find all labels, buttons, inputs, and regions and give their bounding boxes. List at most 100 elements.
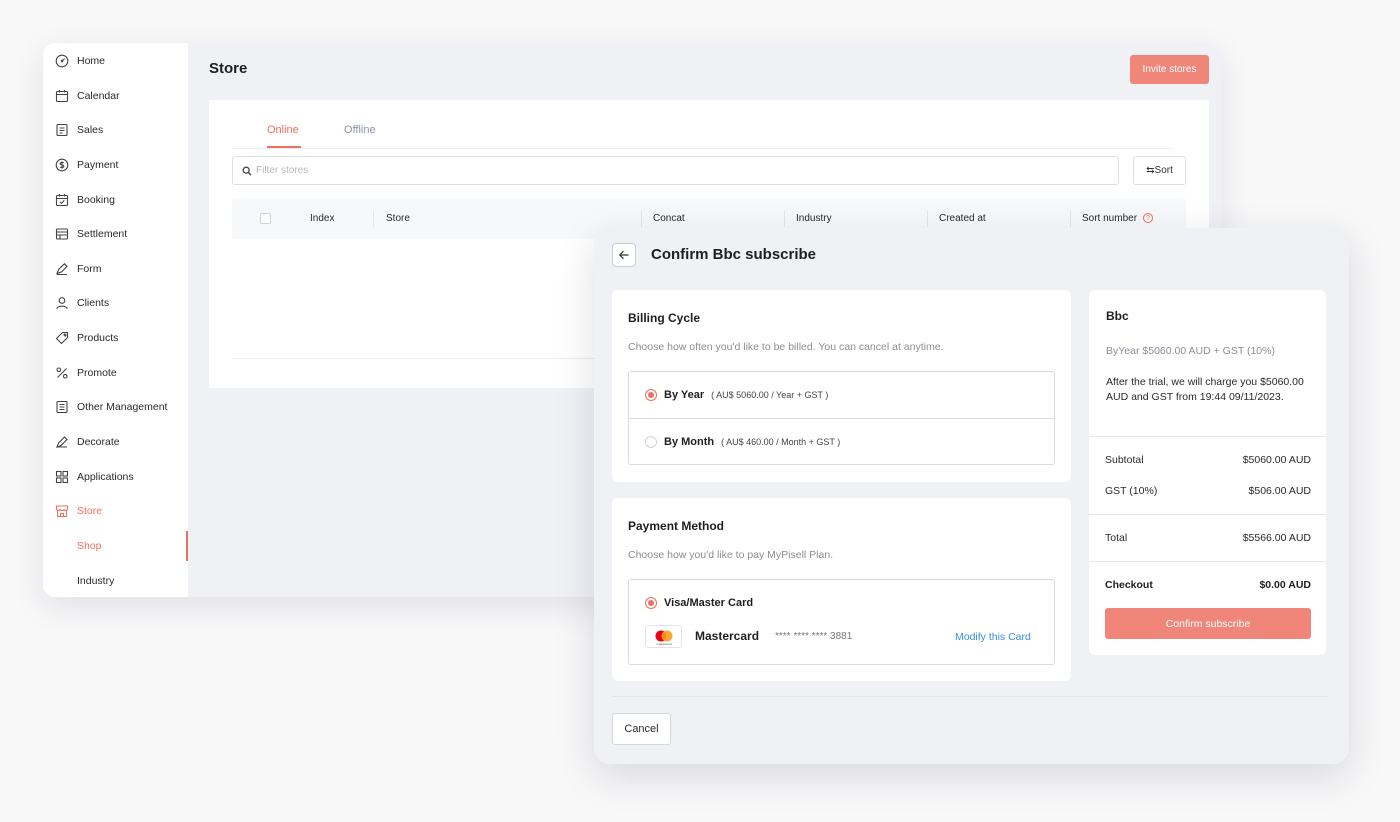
cancel-button[interactable]: Cancel [612, 713, 671, 745]
billing-cycle-description: Choose how often you'd like to be billed… [628, 341, 944, 353]
sidebar-item-form[interactable]: Form [43, 254, 188, 284]
sidebar-item-clients[interactable]: Clients [43, 288, 188, 318]
sidebar-item-booking[interactable]: Booking [43, 185, 188, 215]
column-header-sort-number[interactable]: Sort number? [1082, 213, 1154, 224]
option-label: Visa/Master Card [664, 597, 754, 609]
column-header-industry[interactable]: Industry [796, 213, 832, 224]
gst-label: GST (10%) [1105, 485, 1158, 497]
settlement-icon [55, 227, 69, 241]
tab-online[interactable]: Online [267, 124, 299, 136]
column-header-store[interactable]: Store [386, 213, 410, 224]
page-title: Store [209, 60, 248, 77]
option-label: By Year [664, 389, 705, 401]
option-label: By Month [664, 436, 715, 448]
sidebar-item-label: Store [77, 505, 103, 517]
arrow-left-icon [618, 250, 629, 260]
store-icon [55, 504, 69, 518]
radio-by-year[interactable] [645, 389, 657, 401]
column-header-created-at[interactable]: Created at [939, 213, 986, 224]
sidebar-item-home[interactable]: Home [43, 46, 188, 76]
checkout-label: Checkout [1105, 579, 1153, 591]
radio-visa-master[interactable] [645, 597, 657, 609]
sidebar-item-payment[interactable]: Payment [43, 150, 188, 180]
subtotal-label: Subtotal [1105, 454, 1144, 466]
gst-value: $506.00 AUD [1248, 485, 1311, 497]
sidebar-item-products[interactable]: Products [43, 323, 188, 353]
checkout-row: Checkout $0.00 AUD [1105, 579, 1311, 591]
invite-stores-button[interactable]: Invite stores [1130, 55, 1209, 84]
confirm-subscribe-modal: Confirm Bbc subscribe Billing Cycle Choo… [594, 228, 1349, 764]
column-separator [1070, 211, 1071, 227]
column-header-concat[interactable]: Concat [653, 213, 685, 224]
billing-cycle-panel: Billing Cycle Choose how often you'd lik… [612, 290, 1071, 482]
tag-icon [55, 331, 69, 345]
column-header-label: Sort number [1082, 213, 1138, 224]
payment-options: Visa/Master Card mastercard Mastercard *… [628, 579, 1055, 665]
sidebar-item-label: Calendar [77, 90, 120, 102]
sidebar-item-store[interactable]: Store [43, 496, 188, 526]
sidebar-item-label: Promote [77, 367, 117, 379]
modify-card-link[interactable]: Modify this Card [955, 631, 1031, 643]
select-all-checkbox[interactable] [260, 213, 271, 224]
payment-method-description: Choose how you'd like to pay MyPisell Pl… [628, 549, 834, 561]
user-icon [55, 296, 69, 310]
sidebar-item-other-management[interactable]: Other Management [43, 392, 188, 422]
filter-stores-field[interactable] [232, 156, 1119, 185]
sidebar-item-settlement[interactable]: Settlement [43, 219, 188, 249]
sidebar-item-label: Products [77, 332, 119, 344]
grid-icon [55, 470, 69, 484]
payment-method-panel: Payment Method Choose how you'd like to … [612, 498, 1071, 681]
checkout-value: $0.00 AUD [1259, 579, 1311, 591]
sidebar-subitem-industry[interactable]: Industry [43, 566, 188, 596]
sidebar-item-label: Other Management [77, 401, 168, 413]
document-icon [55, 400, 69, 414]
brush-icon [55, 435, 69, 449]
sidebar-item-label: Home [77, 55, 106, 67]
modal-title: Confirm Bbc subscribe [651, 246, 817, 263]
total-row: Total $5566.00 AUD [1105, 532, 1311, 544]
mastercard-icon: mastercard [655, 630, 672, 646]
summary-divider [1089, 514, 1326, 515]
sidebar-item-label: Settlement [77, 228, 128, 240]
dashboard-icon [55, 54, 69, 68]
sidebar-item-sales[interactable]: Sales [43, 115, 188, 145]
billing-option-month[interactable]: By Month ( AU$ 460.00 / Month + GST ) [629, 419, 1054, 465]
sidebar-subitem-shop[interactable]: Shop [43, 531, 188, 561]
billing-cycle-title: Billing Cycle [628, 311, 701, 325]
column-separator [373, 211, 374, 227]
sidebar-item-promote[interactable]: Promote [43, 358, 188, 388]
trial-note: After the trial, we will charge you $506… [1106, 376, 1304, 403]
help-circle-icon[interactable]: ? [1143, 213, 1154, 224]
sidebar-item-calendar[interactable]: Calendar [43, 81, 188, 111]
confirm-subscribe-button[interactable]: Confirm subscribe [1105, 608, 1311, 639]
tab-divider [233, 148, 1173, 149]
summary-divider [1089, 561, 1326, 562]
booking-icon [55, 193, 69, 207]
mastercard-logo-text: mastercard [656, 642, 671, 646]
card-brand: Mastercard [695, 629, 760, 643]
dollar-circle-icon [55, 158, 69, 172]
modal-footer-divider [612, 696, 1328, 697]
option-price: ( AU$ 460.00 / Month + GST ) [721, 437, 841, 447]
sidebar-item-label: Applications [77, 471, 134, 483]
billing-option-year[interactable]: By Year ( AU$ 5060.00 / Year + GST ) [629, 372, 1054, 418]
sidebar-item-label: Payment [77, 159, 119, 171]
payment-option-card[interactable]: Visa/Master Card [629, 580, 1054, 626]
sidebar-item-applications[interactable]: Applications [43, 462, 188, 492]
filter-stores-input[interactable] [256, 165, 1106, 176]
sidebar-item-decorate[interactable]: Decorate [43, 427, 188, 457]
column-separator [927, 211, 928, 227]
sidebar: Home Calendar Sales Payment Booking Sett… [43, 43, 188, 597]
order-summary-panel: Bbc ByYear $5060.00 AUD + GST (10%) Afte… [1089, 290, 1326, 655]
back-button[interactable] [612, 243, 636, 267]
total-label: Total [1105, 532, 1128, 544]
column-header-index[interactable]: Index [310, 213, 334, 224]
sidebar-item-label: Decorate [77, 436, 120, 448]
subtotal-value: $5060.00 AUD [1242, 454, 1311, 466]
sort-button[interactable]: ⇆Sort [1133, 156, 1186, 185]
radio-by-month[interactable] [645, 436, 657, 448]
summary-divider [1089, 436, 1326, 437]
option-price: ( AU$ 5060.00 / Year + GST ) [711, 390, 829, 400]
tab-offline[interactable]: Offline [344, 124, 376, 136]
form-icon [55, 262, 69, 276]
